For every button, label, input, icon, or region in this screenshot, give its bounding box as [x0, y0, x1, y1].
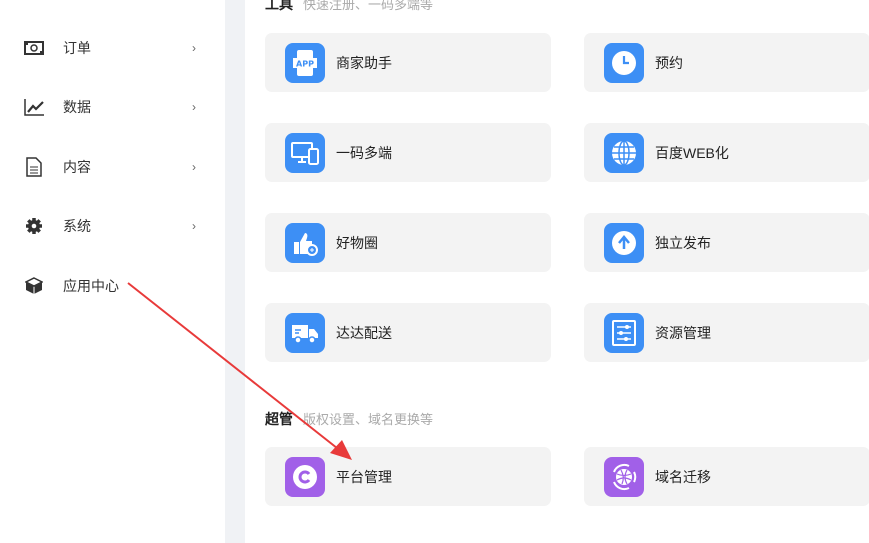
card-app-phone[interactable]: APP 商家助手 [265, 33, 551, 92]
app-phone-icon: APP [285, 42, 325, 83]
chevron-right-icon: › [192, 219, 196, 233]
sidebar-item-system[interactable]: 系统 › [24, 214, 204, 238]
globe-icon [604, 132, 644, 173]
upload-icon [604, 222, 644, 263]
chevron-right-icon: › [192, 41, 196, 55]
card-clock[interactable]: 预约 [584, 33, 869, 92]
card-label: 平台管理 [336, 468, 392, 485]
cube-icon [24, 276, 44, 296]
section-title-tools: 工具 快速注册、一码多端等 [265, 0, 434, 12]
card-label: 资源管理 [655, 324, 711, 341]
card-label: 域名迁移 [655, 468, 711, 485]
card-label: 商家助手 [336, 54, 392, 71]
sidebar-item-label: 数据 [63, 99, 91, 115]
copyright-icon [285, 456, 325, 497]
sidebar-item-label: 内容 [63, 159, 91, 175]
sidebar-item-app-center[interactable]: 应用中心 [24, 274, 204, 298]
card-label: 好物圈 [336, 234, 378, 251]
card-truck[interactable]: 达达配送 [265, 303, 551, 362]
money-icon [24, 38, 44, 58]
card-label: 独立发布 [655, 234, 711, 251]
chart-icon [24, 97, 44, 117]
card-copyright[interactable]: 平台管理 [265, 447, 551, 506]
gear-icon [24, 216, 44, 236]
sidebar-item-label: 应用中心 [63, 278, 119, 294]
chevron-right-icon: › [192, 100, 196, 114]
sidebar-item-label: 系统 [63, 218, 91, 234]
thumbs-up-icon [285, 222, 325, 263]
card-label: 预约 [655, 54, 683, 71]
sidebar-item-data[interactable]: 数据 › [24, 95, 204, 119]
card-label: 一码多端 [336, 144, 392, 161]
card-sliders[interactable]: 资源管理 [584, 303, 869, 362]
sliders-icon [604, 312, 644, 353]
devices-icon [285, 132, 325, 173]
truck-icon [285, 312, 325, 353]
section-title-super: 超管 版权设置、域名更换等 [265, 411, 434, 427]
card-upload[interactable]: 独立发布 [584, 213, 869, 272]
divider [225, 0, 245, 543]
card-label: 百度WEB化 [655, 144, 729, 161]
globe-transfer-icon [604, 456, 644, 497]
svg-text:APP: APP [296, 59, 314, 68]
sidebar-item-label: 订单 [63, 40, 91, 56]
document-icon [24, 157, 44, 177]
card-label: 达达配送 [336, 324, 392, 341]
card-thumbs-up[interactable]: 好物圈 [265, 213, 551, 272]
chevron-right-icon: › [192, 160, 196, 174]
clock-icon [604, 42, 644, 83]
card-devices[interactable]: 一码多端 [265, 123, 551, 182]
card-globe[interactable]: 百度WEB化 [584, 123, 869, 182]
card-globe-transfer[interactable]: 域名迁移 [584, 447, 869, 506]
sidebar-item-content[interactable]: 内容 › [24, 155, 204, 179]
sidebar-item-orders[interactable]: 订单 › [24, 36, 204, 60]
sidebar: 订单 › 数据 › 内容 › 系统 › 应用中心 [0, 0, 225, 543]
